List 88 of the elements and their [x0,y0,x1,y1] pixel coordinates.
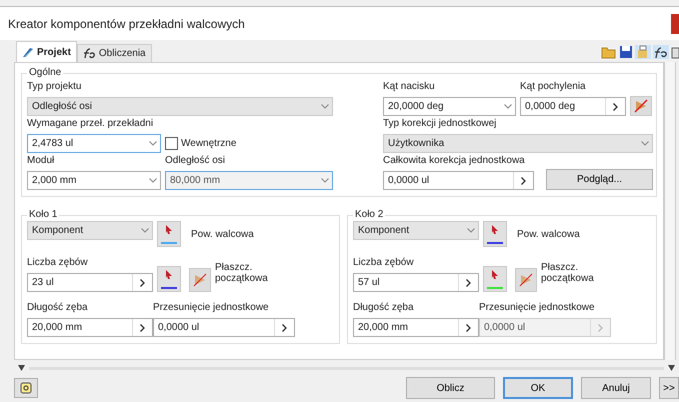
dialog-button[interactable]: >> [659,377,679,399]
help-button[interactable] [14,378,38,398]
chevron-right-icon [140,324,145,332]
field-label: Pow. walcowa [191,228,254,242]
save-icon [619,45,633,59]
spin-field[interactable]: 20,000 mm [352,318,479,337]
clear-button[interactable] [630,96,652,116]
field-label: Płaszcz. początkowa [540,262,595,284]
chevron-down-icon [149,141,157,146]
dialog-button[interactable]: Oblicz [406,377,495,399]
dropdown[interactable]: Komponent [27,221,153,240]
close-button[interactable] [671,14,679,34]
chevron-down-icon [641,141,649,146]
cursor-icon [165,225,173,235]
tab[interactable]: Obliczenia [76,44,152,62]
down-arrow-icon [18,365,25,371]
chevron-right-icon [598,324,603,332]
spin-field[interactable]: 20,000 mm [27,318,153,337]
chevron-right-icon [521,176,526,184]
formula-icon [653,45,669,59]
field-label: Przesunięcie jednostkowe [478,302,596,314]
field-label: Typ projektu [27,81,82,93]
pencil-icon [22,46,34,58]
field-label: Moduł [27,155,56,167]
spin-field[interactable]: 23 ul [27,273,153,292]
cursor-icon [165,270,173,280]
down-arrow-icon [668,365,675,371]
chevron-down-icon [149,178,157,183]
chevron-right-icon [613,102,618,110]
field-label: Całkowita korekcja jednostkowa [383,155,526,167]
chevron-right-icon [282,324,287,332]
field-label: Liczba zębów [352,257,415,269]
dropdown[interactable]: Komponent [352,221,479,240]
spin-field[interactable]: 0,0000 deg [520,97,626,116]
spin-field[interactable]: 0,0000 ul [153,318,295,337]
chevron-down-icon [466,228,475,233]
pick-button[interactable] [482,266,507,292]
chevron-right-icon [140,278,145,286]
crossed-shape-icon [634,99,648,113]
group-title: Koło 2 [354,209,384,221]
chevron-down-icon [504,104,512,109]
field-label: Długość zęba [27,302,89,314]
chevron-right-icon [466,278,471,286]
field-label: Przesunięcie jednostkowe [153,302,270,314]
field-label: Typ korekcji jednostkowej [383,118,498,130]
field-label: Odległość osi [165,155,226,167]
chevron-down-icon [321,178,329,183]
help-icon [20,382,32,394]
field-label: Długość zęba [352,302,415,314]
cursor-icon [490,225,499,235]
scrollbar[interactable] [664,62,676,360]
dropdown[interactable]: Użytkownika [383,134,653,153]
dialog-button[interactable]: Anuluj [581,377,651,399]
dropdown[interactable]: Odległość osi [27,97,333,116]
preview-button[interactable]: Podgląd... [546,169,653,190]
chevron-down-icon [321,104,329,109]
cursor-icon [490,270,499,280]
combo-box[interactable]: 2,000 mm [27,171,161,190]
folder-icon [601,45,617,59]
field-label: Wymagane przeł. przekładni [27,118,154,130]
field-label: Płaszcz. początkowa [215,262,269,284]
plane-button[interactable] [189,268,211,292]
spin-field[interactable]: 57 ul [352,273,479,292]
window-title: Kreator komponentów przekładni walcowych [8,16,245,32]
combo-box[interactable]: 20,0000 deg [383,97,516,116]
field-label: Kąt nacisku [383,81,436,93]
plane-button[interactable] [514,268,537,292]
checkbox[interactable]: Wewnętrzne [165,134,236,153]
pick-button[interactable] [157,221,181,247]
crossed-shape-icon [193,273,207,287]
formula-icon [82,48,96,59]
group-title: Ogólne [28,67,62,79]
dialog-button[interactable]: OK [503,377,573,399]
clipboard-icon [635,45,651,59]
combo-box[interactable]: 2,4783 ul [27,134,161,153]
checkbox-box[interactable] [165,137,178,150]
spin-field[interactable]: 0,0000 ul [383,171,534,190]
field-label: Kąt pochylenia [520,81,587,93]
checkbox-label: Wewnętrzne [181,137,236,151]
field-label: Liczba zębów [27,257,89,269]
chevron-right-icon [466,324,471,332]
pick-button[interactable] [482,221,507,247]
tab[interactable]: Projekt [16,41,77,62]
crossed-shape-icon [518,273,533,287]
group-title: Koło 1 [28,209,58,221]
field-label: Pow. walcowa [516,228,580,242]
chevron-down-icon [141,228,149,233]
pick-button[interactable] [157,266,181,292]
